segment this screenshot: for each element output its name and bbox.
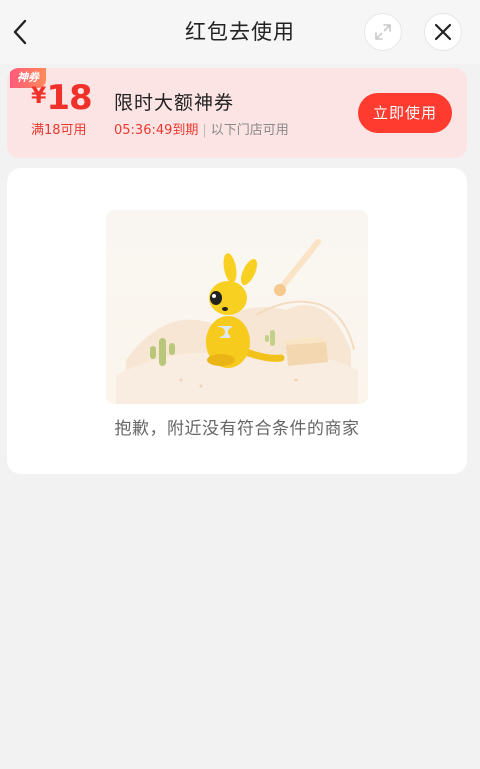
currency-symbol: ¥ <box>31 84 47 109</box>
coupon-name: 限时大额神券 <box>114 92 235 114</box>
coupon-card: 神券 ¥18 满18可用 限时大额神券 05:36:49到期 | 以下门店可用 立即… <box>7 68 467 158</box>
close-icon <box>434 23 452 41</box>
expand-icon <box>375 24 391 40</box>
coupon-scope: 以下门店可用 <box>210 123 289 138</box>
screen: 红包去使用 神券 ¥18 满18可用 限时大额神券 05:36:49到期 | 以下门… <box>0 0 480 769</box>
page-title: 红包去使用 <box>185 20 295 44</box>
close-button[interactable] <box>424 13 462 51</box>
coupon-value: 18 <box>46 78 92 118</box>
use-now-button[interactable]: 立即使用 <box>358 93 452 133</box>
coupon-countdown: 05:36:49到期 <box>114 123 199 138</box>
empty-state-card: 抱歉，附近没有符合条件的商家 <box>7 168 467 474</box>
kangaroo-desert-illustration <box>106 210 368 404</box>
coupon-meta: 05:36:49到期 | 以下门店可用 <box>114 119 289 138</box>
coupon-threshold: 满18可用 <box>31 123 87 138</box>
expand-button[interactable] <box>364 13 402 51</box>
coupon-amount: ¥18 <box>31 78 101 118</box>
coupon-separator: | <box>202 123 207 138</box>
header-bar: 红包去使用 <box>0 0 480 64</box>
empty-state-message: 抱歉，附近没有符合条件的商家 <box>114 419 360 439</box>
